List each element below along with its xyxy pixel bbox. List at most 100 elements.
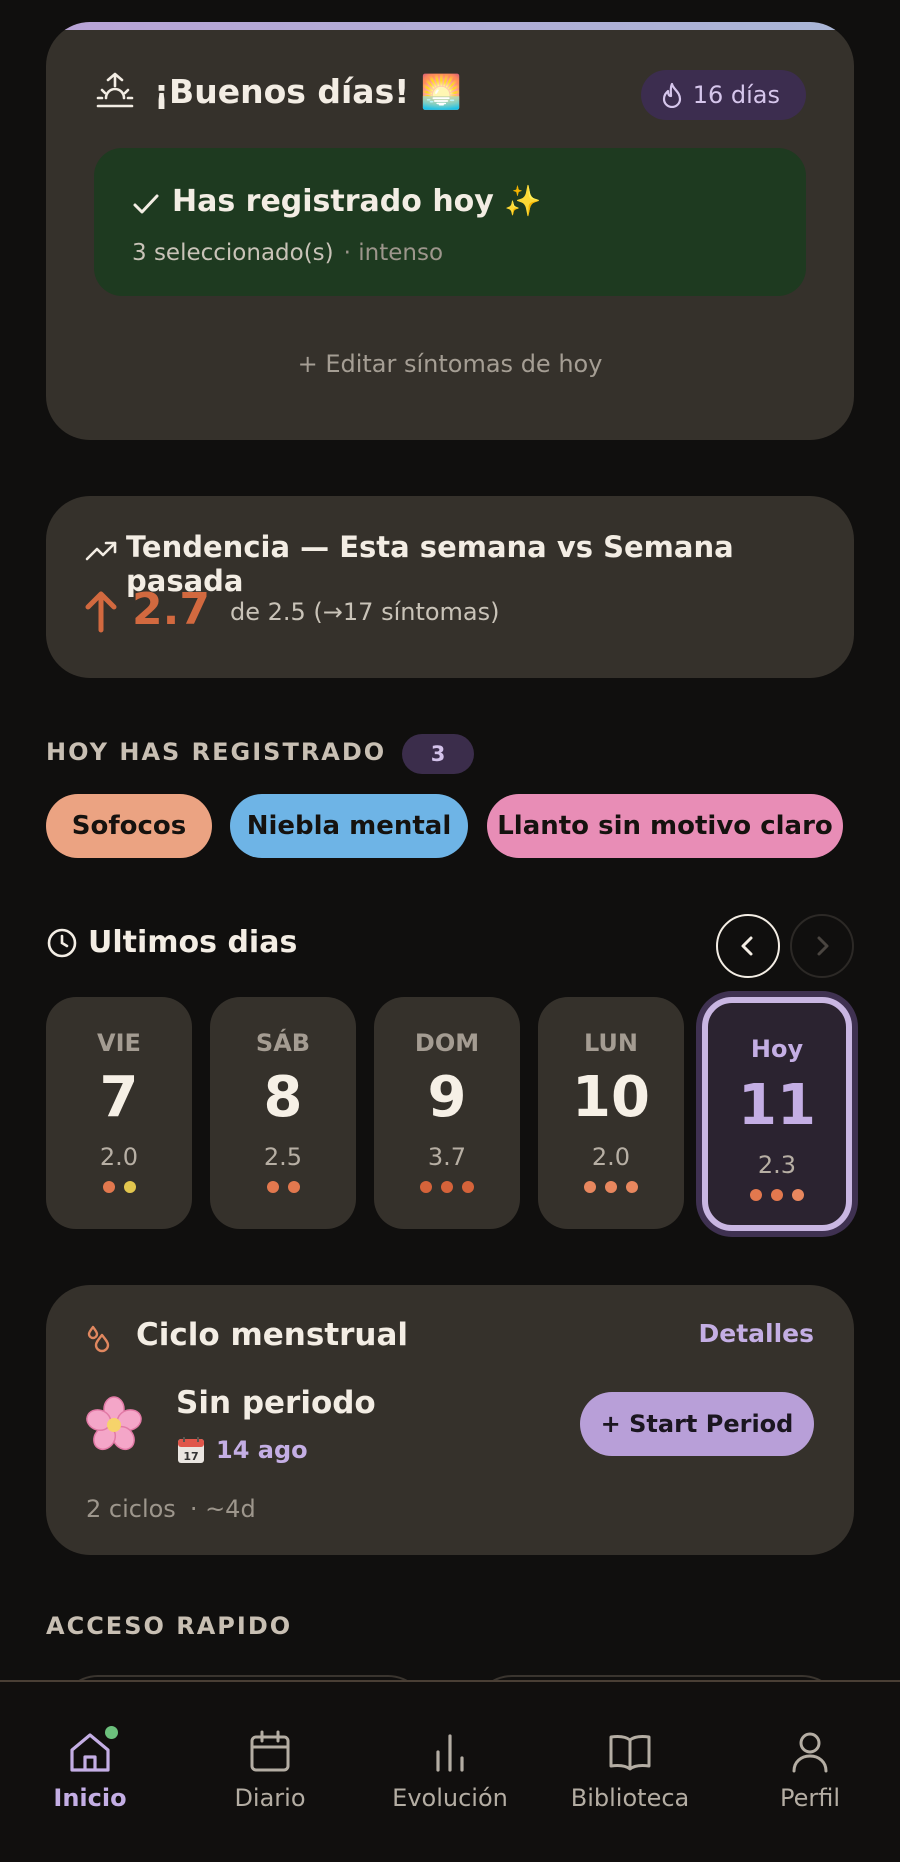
day-name: DOM	[414, 1029, 480, 1057]
arrow-up-icon	[85, 591, 117, 633]
day-number: 11	[738, 1073, 816, 1138]
day-score: 3.7	[427, 1143, 467, 1171]
card-accent-line	[46, 22, 854, 30]
nav-label: Evolución	[392, 1784, 508, 1812]
day-number: 10	[572, 1065, 650, 1130]
day-card[interactable]: DOM 9 3.7	[374, 997, 520, 1229]
cycle-date-label: 14 ago	[216, 1436, 308, 1464]
trend-title: Tendencia — Esta semana vs Semana pasada	[126, 530, 734, 598]
logged-count: 3 seleccionado(s)	[132, 240, 334, 266]
day-name: SÁB	[255, 1029, 311, 1057]
logged-today-box: Has registrado hoy ✨ 3 seleccionado(s) · …	[94, 148, 806, 296]
day-card[interactable]: SÁB 8 2.5	[210, 997, 356, 1229]
clock-icon	[47, 928, 77, 957]
nav-evolucion[interactable]: Evolución	[365, 1728, 535, 1812]
severity-dot	[420, 1181, 432, 1193]
day-dots	[210, 1181, 356, 1193]
today-section-label: HOY HAS REGISTRADO	[46, 738, 387, 766]
prev-days-button[interactable]	[716, 914, 780, 978]
severity-dot	[123, 1181, 136, 1193]
symptom-chip[interactable]: Niebla mental	[230, 794, 468, 858]
day-card[interactable]: VIE 7 2.0	[46, 997, 192, 1229]
severity-dot	[750, 1189, 762, 1201]
recent-days-title: Ultimos dias	[88, 925, 298, 960]
cycle-date: 17 14 ago	[176, 1435, 308, 1465]
symptom-chip[interactable]: Sofocos	[46, 794, 212, 858]
day-number: 8	[263, 1065, 303, 1130]
chip-label: Sofocos	[71, 811, 187, 841]
day-score: 2.3	[757, 1151, 797, 1179]
severity-dot	[102, 1181, 115, 1193]
symptom-chip[interactable]: Llanto sin motivo claro	[487, 794, 843, 858]
cherry-blossom-icon	[86, 1396, 142, 1451]
severity-dot	[287, 1181, 300, 1193]
day-score: 2.0	[99, 1143, 139, 1171]
notification-dot	[105, 1726, 118, 1739]
cycle-meta: 2 ciclos · ~4d	[86, 1495, 256, 1523]
greeting-card: ¡Buenos días! 🌅 16 días Has registrado h…	[46, 22, 854, 440]
cycle-card: Ciclo menstrual Detalles Sin periodo 17 …	[46, 1285, 854, 1555]
nav-inicio[interactable]: Inicio	[5, 1728, 175, 1812]
nav-label: Perfil	[779, 1784, 841, 1812]
day-number: 9	[427, 1065, 467, 1130]
cycle-average: · ~4d	[189, 1495, 256, 1523]
nav-label: Inicio	[53, 1784, 127, 1812]
recent-days-header: Ultimos dias	[46, 925, 297, 960]
chevron-left-icon	[741, 936, 753, 956]
cycle-details-link[interactable]: Detalles	[698, 1319, 814, 1348]
start-period-button[interactable]: + Start Period	[580, 1392, 814, 1456]
day-score: 2.0	[591, 1143, 631, 1171]
today-count-badge: 3	[402, 734, 474, 774]
day-number: 7	[99, 1065, 139, 1130]
bottom-navigation: Inicio Diario Evolución Biblioteca Perfi…	[0, 1680, 900, 1862]
cycle-status: Sin periodo	[176, 1385, 376, 1421]
greeting-title: ¡Buenos días! 🌅	[154, 72, 462, 111]
nav-biblioteca[interactable]: Biblioteca	[545, 1728, 715, 1812]
severity-dot	[605, 1181, 617, 1193]
chip-label: Llanto sin motivo claro	[497, 811, 833, 841]
flame-icon	[662, 82, 681, 108]
streak-badge[interactable]: 16 días	[640, 70, 806, 120]
logged-intensity: · intenso	[343, 240, 444, 266]
severity-dot	[584, 1181, 596, 1193]
logged-title: Has registrado hoy ✨	[172, 184, 542, 219]
day-dots	[46, 1181, 192, 1193]
severity-dot	[792, 1189, 804, 1201]
severity-dot	[462, 1181, 474, 1193]
cycle-title: Ciclo menstrual	[136, 1317, 409, 1353]
day-card-today[interactable]: Hoy 11 2.3	[702, 997, 852, 1231]
next-days-button[interactable]	[790, 914, 854, 978]
check-icon	[133, 194, 159, 214]
svg-text:17: 17	[183, 1450, 198, 1463]
cycle-count: 2 ciclos	[86, 1495, 176, 1523]
edit-symptoms-link[interactable]: + Editar síntomas de hoy	[46, 350, 854, 378]
nav-label: Diario	[234, 1784, 306, 1812]
bar-chart-icon	[436, 1734, 464, 1772]
severity-dot	[266, 1181, 279, 1193]
chevron-right-icon	[817, 936, 829, 956]
drops-icon	[87, 1325, 110, 1353]
day-name: LUN	[583, 1029, 638, 1057]
severity-dot	[771, 1189, 783, 1201]
logged-summary: 3 seleccionado(s) · intenso	[132, 240, 443, 266]
trending-up-icon	[85, 541, 117, 561]
calendar-icon	[250, 1730, 290, 1772]
trend-detail: de 2.5 (→17 síntomas)	[230, 598, 500, 626]
streak-label: 16 días	[692, 81, 780, 109]
trend-card[interactable]: Tendencia — Esta semana vs Semana pasada…	[46, 496, 854, 678]
severity-dot	[441, 1181, 453, 1193]
day-dots	[374, 1181, 520, 1193]
user-icon	[792, 1732, 828, 1773]
day-card[interactable]: LUN 10 2.0	[538, 997, 684, 1229]
day-dots	[538, 1181, 684, 1193]
chip-label: Niebla mental	[246, 811, 452, 841]
day-dots	[708, 1189, 846, 1201]
sunrise-icon	[96, 72, 134, 108]
nav-diario[interactable]: Diario	[185, 1728, 355, 1812]
book-icon	[609, 1734, 651, 1771]
nav-perfil[interactable]: Perfil	[725, 1728, 895, 1812]
day-name: Hoy	[750, 1035, 804, 1063]
trend-value: 2.7	[132, 584, 210, 635]
nav-label: Biblioteca	[570, 1784, 690, 1812]
calendar-icon: 17	[178, 1437, 204, 1463]
